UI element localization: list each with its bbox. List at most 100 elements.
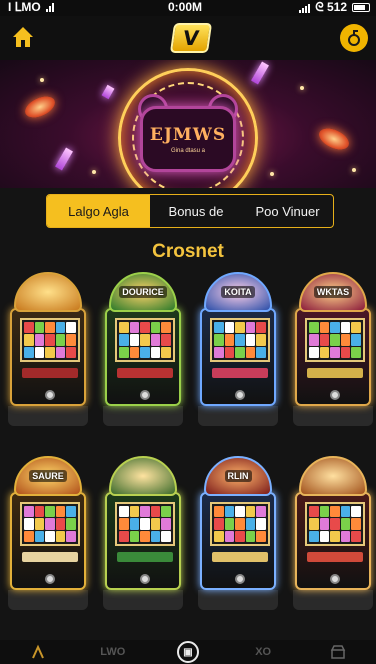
- reel-symbol: [140, 518, 150, 530]
- reel-symbol: [45, 322, 55, 334]
- machine-title: DOURICE: [119, 286, 167, 298]
- reel-symbol: [161, 322, 171, 334]
- reel-symbol: [161, 506, 171, 518]
- spin-button[interactable]: [45, 574, 55, 584]
- slot-machine-card[interactable]: RLIN: [198, 452, 278, 612]
- status-left: I ᒪMO: [8, 0, 54, 14]
- spin-button[interactable]: [235, 574, 245, 584]
- reel-symbol: [119, 518, 129, 530]
- machine-topper: SAURE: [14, 456, 82, 496]
- spin-button[interactable]: [45, 390, 55, 400]
- reel-symbol: [224, 334, 235, 346]
- profile-button[interactable]: [340, 24, 368, 52]
- spin-button[interactable]: [140, 390, 150, 400]
- slot-machine-card[interactable]: [8, 268, 88, 428]
- machine-title: SAURE: [29, 470, 67, 482]
- reel-symbol: [351, 346, 361, 358]
- machine-reels: [305, 318, 365, 362]
- promo-banner[interactable]: EJMWS Gina dtasu a: [0, 60, 376, 188]
- signal-icon: [299, 3, 311, 13]
- reel-symbol: [150, 530, 161, 542]
- reel-symbol: [224, 346, 235, 358]
- reel-symbol: [66, 506, 76, 518]
- reel-symbol: [24, 334, 34, 346]
- app-header: V: [0, 16, 376, 60]
- reel-symbol: [129, 334, 140, 346]
- machine-panel: [307, 552, 363, 562]
- nav-lwo[interactable]: LWO: [93, 640, 133, 664]
- nav-xo[interactable]: XO: [243, 640, 283, 664]
- tab-poo-vinuer[interactable]: Poo Vinuer: [242, 195, 333, 227]
- reel-symbol: [34, 518, 45, 530]
- reel-symbol: [330, 530, 340, 542]
- category-tabs: Lalgo Agla Bonus de Poo Vinuer: [46, 194, 334, 228]
- machine-cabinet: [105, 492, 181, 590]
- machine-title: RLIN: [224, 470, 252, 482]
- reel-symbol: [119, 530, 129, 542]
- machine-topper: RLIN: [204, 456, 272, 496]
- crystal-icon: [101, 84, 115, 100]
- reel-symbol: [214, 322, 224, 334]
- reel-symbol: [55, 322, 66, 334]
- slot-machine-card[interactable]: SAURE: [8, 452, 88, 612]
- spin-button[interactable]: [330, 574, 340, 584]
- reel-symbol: [214, 518, 224, 530]
- app-logo[interactable]: V: [169, 23, 213, 53]
- sparkle-icon: [40, 78, 44, 82]
- machine-cabinet: [10, 492, 86, 590]
- reel-symbol: [330, 518, 340, 530]
- machine-topper: [14, 272, 82, 312]
- reel-symbol: [256, 506, 266, 518]
- status-right-text: ᘓ 512: [315, 0, 347, 14]
- nav-wallet[interactable]: ▣: [168, 640, 208, 664]
- nav-store[interactable]: [318, 640, 358, 664]
- home-button[interactable]: [10, 24, 36, 50]
- reel-symbol: [119, 322, 129, 334]
- machine-base: [8, 590, 88, 610]
- machine-topper: DOURICE: [109, 272, 177, 312]
- reel-symbol: [214, 334, 224, 346]
- spin-button[interactable]: [140, 574, 150, 584]
- reel-symbol: [224, 506, 235, 518]
- status-bar: I ᒪMO 0:00M ᘓ 512: [0, 0, 376, 16]
- slot-machine-card[interactable]: [293, 452, 373, 612]
- reel-symbol: [319, 530, 330, 542]
- slot-machine-card[interactable]: DOURICE: [103, 268, 183, 428]
- reel-symbol: [245, 506, 256, 518]
- spin-button[interactable]: [235, 390, 245, 400]
- reel-symbol: [140, 346, 150, 358]
- reel-symbol: [161, 530, 171, 542]
- reel-symbol: [161, 346, 171, 358]
- spin-button[interactable]: [330, 390, 340, 400]
- reel-symbol: [119, 506, 129, 518]
- tab-bonus-de[interactable]: Bonus de: [150, 195, 242, 227]
- machine-panel: [117, 368, 173, 378]
- reel-symbol: [340, 346, 351, 358]
- reel-symbol: [24, 322, 34, 334]
- sparkle-icon: [352, 168, 356, 172]
- reel-symbol: [34, 334, 45, 346]
- slot-machine-card[interactable]: KOITA: [198, 268, 278, 428]
- reel-symbol: [119, 346, 129, 358]
- machine-base: [8, 406, 88, 426]
- reel-symbol: [340, 334, 351, 346]
- banner-emblem: EJMWS Gina dtasu a: [140, 106, 236, 172]
- reel-symbol: [129, 346, 140, 358]
- reel-symbol: [24, 506, 34, 518]
- reel-symbol: [319, 322, 330, 334]
- machine-cabinet: [295, 308, 371, 406]
- nav-arrow[interactable]: [18, 640, 58, 664]
- sparkle-icon: [300, 86, 304, 90]
- reel-symbol: [340, 322, 351, 334]
- slot-machine-card[interactable]: WKTAS: [293, 268, 373, 428]
- machine-base: [103, 406, 183, 426]
- tab-lalgo-agla[interactable]: Lalgo Agla: [47, 195, 150, 227]
- reel-symbol: [340, 518, 351, 530]
- reel-symbol: [330, 334, 340, 346]
- wifi-icon: [45, 2, 54, 12]
- reel-symbol: [55, 346, 66, 358]
- reel-symbol: [330, 506, 340, 518]
- reel-symbol: [214, 506, 224, 518]
- slot-machine-card[interactable]: [103, 452, 183, 612]
- reel-symbol: [55, 518, 66, 530]
